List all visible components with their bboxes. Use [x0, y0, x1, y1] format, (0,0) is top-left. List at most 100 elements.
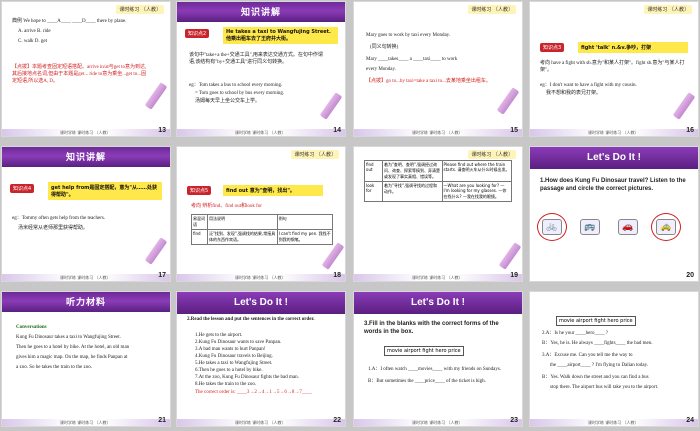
table-cell: 用法说明	[206, 214, 278, 230]
slide-badge: 课时练习 〔人教〕	[468, 5, 516, 14]
slide-badge: 课时练习 〔人教〕	[468, 150, 516, 159]
list-item: 6.Then he goes to a hotel by bike.	[195, 368, 263, 373]
word-box: movie airport fight hero price	[556, 316, 636, 326]
slide-footer: 课时学练 课时练习 〔人教〕	[2, 129, 170, 136]
slide-text: 3.A：Excuse me. Can you tell me the way t…	[542, 353, 633, 358]
slide-number: 24	[686, 417, 694, 424]
section-heading: 2.Read the lesson and put the sentences …	[187, 317, 315, 322]
slide-text: every Monday.	[366, 67, 396, 72]
slide-title: Let's Do It !	[354, 292, 522, 314]
slide-number: 18	[333, 272, 341, 279]
slide-number: 14	[333, 127, 341, 134]
list-item: 2.Kung Fu Dinosaur wants to save Panpan.	[195, 340, 282, 345]
highlight-box: fight 'talk' n.&v.争吵，打架	[578, 42, 688, 53]
bus-picture-icon[interactable]: 🚌	[580, 219, 600, 235]
slide-text: B：Yes. Walk down the street and you can …	[542, 375, 649, 380]
slide-text: Mary goes to work by taxi every Monday.	[366, 33, 451, 38]
slide-19[interactable]: 课时练习 〔人教〕 find out 着为"查明、查明",强调经过询问、询查、探…	[353, 146, 523, 282]
slide-text: 汤米经常从老师那里获得帮助。	[18, 226, 89, 231]
knowledge-point-tag: 知识点2	[185, 29, 210, 38]
table-row: 易混词语 用法说明 例句	[191, 214, 334, 230]
knowledge-point-tag: 知识点4	[10, 184, 35, 193]
slide-21[interactable]: 听力材料 Conversations Kung Fu Dinosaur take…	[1, 291, 171, 427]
answer-circle	[537, 213, 567, 241]
section-heading: Conversations	[16, 325, 47, 330]
slide-title: 听力材料	[65, 298, 106, 308]
slide-text: stop there. The airport bus will take yo…	[550, 385, 659, 390]
slide-number: 19	[510, 272, 518, 279]
slide-14[interactable]: 知识讲解 知识点2 He takes a taxi to Wangfujing …	[176, 1, 346, 137]
table-row: find 泛"找到、发现",强调找的结果,常接具体的东西作宾语。 I can't…	[191, 229, 334, 245]
slide-header: 知识讲解	[177, 2, 345, 22]
slide-number: 15	[510, 127, 518, 134]
slide-text: Then he goes to a hotel by bike. At the …	[16, 345, 130, 350]
slide-number: 21	[158, 417, 166, 424]
slide-text: 考向 have a fight with sb.意为"和某人打架"。fight …	[540, 61, 685, 73]
table-cell: find	[191, 229, 208, 245]
slide-text: B：But sometimes the ____price____ of the…	[368, 379, 486, 384]
slide-16[interactable]: 课时练习 〔人教〕 知识点3 fight 'talk' n.&v.争吵，打架 考…	[529, 1, 699, 137]
slide-note: 【点拨】本题考查固定短语搭配。arrive in/at与get to意为到达,其…	[12, 65, 147, 84]
slide-badge: 课时练习 〔人教〕	[291, 150, 339, 159]
table-cell: 例句	[276, 214, 334, 230]
table-cell: look for	[364, 181, 383, 202]
list-item: 1.He gets to the airport.	[195, 333, 243, 338]
slide-24[interactable]: movie airport fight hero price 2.A：Is he…	[529, 291, 699, 427]
table-cell: 易混词语	[191, 214, 208, 230]
slide-footer: 课时学练 课时练习 〔人教〕	[354, 419, 522, 426]
knowledge-point-tag: 知识点3	[540, 43, 565, 52]
slide-footer: 课时学练 课时练习 〔人教〕	[354, 274, 522, 281]
slide-number: 16	[686, 127, 694, 134]
highlight-box: find out 意为"查明，找出"。	[223, 185, 323, 196]
slide-text: = Tom goes to school by bus every mornin…	[195, 91, 285, 96]
table-cell: 着为"寻找",强调寻找的过程和动作。	[382, 181, 443, 202]
slide-number: 17	[158, 272, 166, 279]
table-cell: find out	[364, 160, 383, 182]
slide-number: 23	[510, 417, 518, 424]
highlight-box: He takes a taxi to Wangfujing Street. 他乘…	[223, 27, 338, 44]
car-picture-icon[interactable]: 🚗	[618, 219, 638, 235]
slide-15[interactable]: 课时练习 〔人教〕 Mary goes to work by taxi ever…	[353, 1, 523, 137]
slide-header: 听力材料	[2, 292, 170, 312]
table-cell: 泛"找到、发现",强调找的结果,常接具体的东西作宾语。	[206, 229, 278, 245]
slide-23[interactable]: Let's Do It ! 3.Fill in the blanks with …	[353, 291, 523, 427]
slide-footer: 课时学练 课时练习 〔人教〕	[177, 274, 345, 281]
slide-20[interactable]: Let's Do It ! 1.How does Kung Fu Dinosau…	[529, 146, 699, 282]
slide-text: eg：I don't want to have a fight with my …	[540, 83, 637, 88]
slide-question: 1.How does Kung Fu Dinosaur travel? List…	[540, 178, 686, 192]
slide-text: Kung Fu Dinosaur takes a taxi to Wangfuj…	[16, 335, 121, 340]
table-cell: 着为"查明、查明",强调经过询问、询查、探索等搞到、弄清楚或发现了事实真相、错误…	[382, 160, 443, 182]
slide-title: Let's Do It !	[530, 147, 698, 169]
list-item: 7.At the zoo, Kung Fu Dinosaur fights th…	[195, 375, 299, 380]
list-item: 5.He takes a taxi to Wangfujing Street.	[195, 361, 273, 366]
answer-text: The correct order is: ____3→2→4→1→5→6→8→…	[195, 390, 312, 395]
pencil-decoration	[498, 242, 522, 270]
slide-text: gives him a magic map. On the map, he fi…	[16, 355, 128, 360]
slide-footer: 课时学练 课时练习 〔人教〕	[177, 129, 345, 136]
list-item: 3.A bad man wants to hurt Panpan!	[195, 347, 266, 352]
slide-text: 考向 辨析find、find out和look for	[191, 204, 262, 209]
highlight-box: get help from是固定搭配，意为"从……处获得帮助"。	[48, 182, 162, 200]
slide-text: eg：Tom takes a bus to school every morni…	[189, 83, 283, 88]
slide-text: C. walk D. get	[18, 39, 48, 44]
slide-text: the ____airport____ ? I'm flying to Dali…	[550, 363, 649, 368]
slide-title: Let's Do It !	[177, 292, 345, 314]
list-item: 8.He takes the train to the zoo.	[195, 382, 257, 387]
comparison-table: find out 着为"查明、查明",强调经过询问、询查、探索等搞到、弄清楚或发…	[364, 160, 513, 202]
section-heading: 3.Fill in the blanks with the correct fo…	[364, 321, 499, 335]
word-box: movie airport fight hero price	[384, 346, 464, 356]
slide-number: 22	[333, 417, 341, 424]
slide-22[interactable]: Let's Do It ! 2.Read the lesson and put …	[176, 291, 346, 427]
table-cell: —What are you looking for? —I'm looking …	[441, 181, 513, 202]
slide-text: Mary ____takes____ a ____taxi____ to wor…	[366, 57, 458, 62]
pencil-decoration	[496, 87, 520, 115]
slide-text: eg：Tommy often gets help from the teache…	[12, 216, 106, 221]
list-item: 4.Kung Fu Dinosaur travels to Beijing.	[195, 354, 273, 359]
slide-18[interactable]: 课时练习 〔人教〕 知识点5 find out 意为"查明，找出"。 考向 辨析…	[176, 146, 346, 282]
slide-footer: 课时学练 课时练习 〔人教〕	[177, 419, 345, 426]
slide-17[interactable]: 知识讲解 知识点4 get help from是固定搭配，意为"从……处获得帮助…	[1, 146, 171, 282]
slide-text: (同义句转换)	[370, 45, 399, 50]
slide-text: 1.A：I often watch ____movies____ with my…	[368, 367, 502, 372]
slide-13[interactable]: 课时练习 〔人教〕 典例 We hope to ____A____ ____D_…	[1, 1, 171, 137]
slide-title: 知识讲解	[65, 153, 106, 163]
